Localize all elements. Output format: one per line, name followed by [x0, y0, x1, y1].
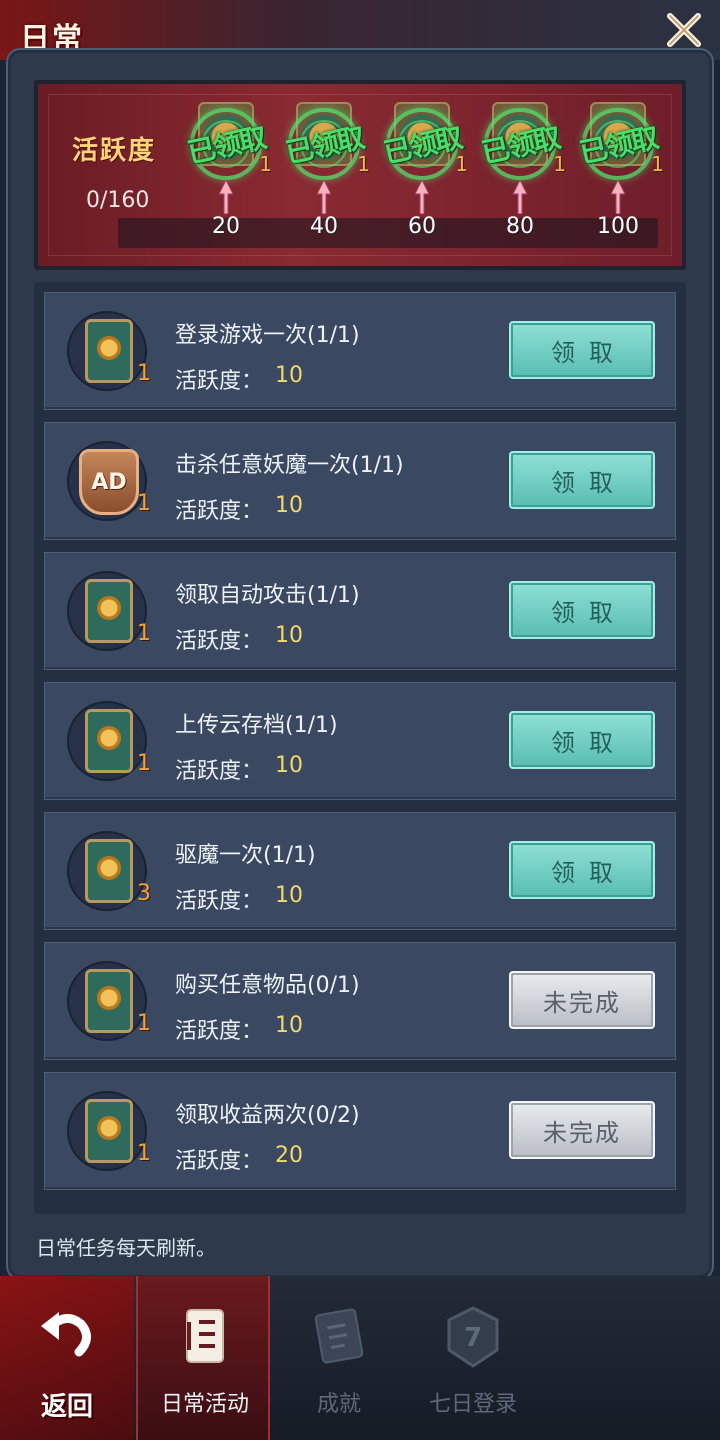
reward-count: 1 [137, 751, 151, 776]
tab-label: 成就 [316, 1392, 361, 1417]
bottom-nav: 返回 日常活动 成就 7 七日登录 [0, 1276, 720, 1440]
task-points-label: 活跃度： [175, 369, 264, 394]
milestone-20[interactable]: 已领取 1 20 [176, 96, 276, 266]
task-name: 击杀任意妖魔一次(1/1) [175, 453, 404, 478]
seven-badge-icon: 7 [447, 1306, 499, 1368]
milestone-60[interactable]: 已领取 1 60 [372, 96, 472, 266]
claim-button[interactable]: 领取 [509, 581, 655, 639]
return-arrow-icon [41, 1312, 91, 1357]
task-points-label: 活跃度： [175, 499, 264, 524]
milestone-value: 100 [597, 214, 639, 239]
task-points: 10 [275, 883, 303, 908]
task-name: 领取自动攻击(1/1) [175, 583, 360, 608]
task-row: 1 领取收益两次(0/2) 活跃度： 20 未完成 [44, 1072, 676, 1190]
task-row: 1 领取自动攻击(1/1) 活跃度： 10 领取 [44, 552, 676, 670]
activity-panel: 活跃度 0/160 已领取 1 20 已领取 1 40 已领取 1 60 已领取… [34, 80, 686, 270]
claim-button[interactable]: 领取 [509, 711, 655, 769]
task-reward-icon [67, 961, 147, 1041]
milestone-value: 60 [408, 214, 436, 239]
task-points-label: 活跃度： [175, 629, 264, 654]
scroll-coin-icon [85, 709, 133, 773]
task-points-label: 活跃度： [175, 1019, 264, 1044]
task-reward-icon [67, 831, 147, 911]
task-row: 1 登录游戏一次(1/1) 活跃度： 10 领取 [44, 292, 676, 410]
ad-icon: AD [79, 449, 139, 515]
task-points: 10 [275, 493, 303, 518]
back-button[interactable]: 返回 [0, 1276, 134, 1440]
scroll-coin-icon [85, 579, 133, 643]
task-points: 20 [275, 1143, 303, 1168]
tab-daily-activity[interactable]: 日常活动 [136, 1276, 270, 1440]
task-points-label: 活跃度： [175, 889, 264, 914]
scroll-coin-icon [85, 319, 133, 383]
milestone-value: 20 [212, 214, 240, 239]
reward-count: 1 [137, 1011, 151, 1036]
incomplete-button[interactable]: 未完成 [509, 971, 655, 1029]
task-row: 3 驱魔一次(1/1) 活跃度： 10 领取 [44, 812, 676, 930]
milestone-100[interactable]: 已领取 1 100 [568, 96, 668, 266]
reward-count: 3 [137, 881, 151, 906]
milestone-value: 80 [506, 214, 534, 239]
milestone-marker-icon [218, 180, 234, 214]
task-reward-icon [67, 311, 147, 391]
task-reward-icon [67, 1091, 147, 1171]
reward-count: 1 [137, 621, 151, 646]
reward-count: 1 [137, 361, 151, 386]
milestone-marker-icon [316, 180, 332, 214]
task-points-label: 活跃度： [175, 759, 264, 784]
tab-label: 日常活动 [160, 1392, 249, 1417]
task-row: 1 上传云存档(1/1) 活跃度： 10 领取 [44, 682, 676, 800]
task-name: 购买任意物品(0/1) [175, 973, 360, 998]
task-name: 驱魔一次(1/1) [175, 843, 316, 868]
claim-button[interactable]: 领取 [509, 451, 655, 509]
task-points: 10 [275, 1013, 303, 1038]
milestone-80[interactable]: 已领取 1 80 [470, 96, 570, 266]
svg-text:7: 7 [464, 1323, 482, 1353]
task-points: 10 [275, 363, 303, 388]
claim-button[interactable]: 领取 [509, 321, 655, 379]
close-icon [667, 13, 701, 47]
task-row: 1 购买任意物品(0/1) 活跃度： 10 未完成 [44, 942, 676, 1060]
task-reward-icon: AD [67, 441, 147, 521]
scroll-coin-icon [85, 839, 133, 903]
tab-label: 七日登录 [428, 1392, 517, 1417]
tab-achievements[interactable]: 成就 [272, 1276, 406, 1440]
task-points-label: 活跃度： [175, 1149, 264, 1174]
task-list[interactable]: 1 登录游戏一次(1/1) 活跃度： 10 领取 AD 1 击杀任意妖魔一次(1… [34, 282, 686, 1214]
incomplete-button[interactable]: 未完成 [509, 1101, 655, 1159]
scroll-list-icon [186, 1309, 224, 1363]
reward-count: 1 [651, 152, 664, 176]
task-row: AD 1 击杀任意妖魔一次(1/1) 活跃度： 10 领取 [44, 422, 676, 540]
close-button[interactable] [660, 6, 708, 54]
back-label: 返回 [40, 1392, 93, 1422]
task-name: 登录游戏一次(1/1) [175, 323, 360, 348]
task-reward-icon [67, 701, 147, 781]
task-points: 10 [275, 753, 303, 778]
task-name: 上传云存档(1/1) [175, 713, 338, 738]
task-reward-icon [67, 571, 147, 651]
reward-count: 1 [137, 491, 151, 516]
task-name: 领取收益两次(0/2) [175, 1103, 360, 1128]
task-points: 10 [275, 623, 303, 648]
milestone-marker-icon [414, 180, 430, 214]
tab-seven-day-login[interactable]: 7 七日登录 [406, 1276, 540, 1440]
activity-label: 活跃度 [72, 136, 157, 166]
activity-value: 0/160 [86, 188, 150, 213]
milestone-marker-icon [610, 180, 626, 214]
scroll-coin-icon [85, 969, 133, 1033]
milestone-value: 40 [310, 214, 338, 239]
reward-count: 1 [137, 1141, 151, 1166]
refresh-note: 日常任务每天刷新。 [36, 1236, 216, 1260]
milestone-40[interactable]: 已领取 1 40 [274, 96, 374, 266]
scroll-coin-icon [85, 1099, 133, 1163]
milestone-marker-icon [512, 180, 528, 214]
scroll-paper-icon [314, 1308, 364, 1364]
claim-button[interactable]: 领取 [509, 841, 655, 899]
